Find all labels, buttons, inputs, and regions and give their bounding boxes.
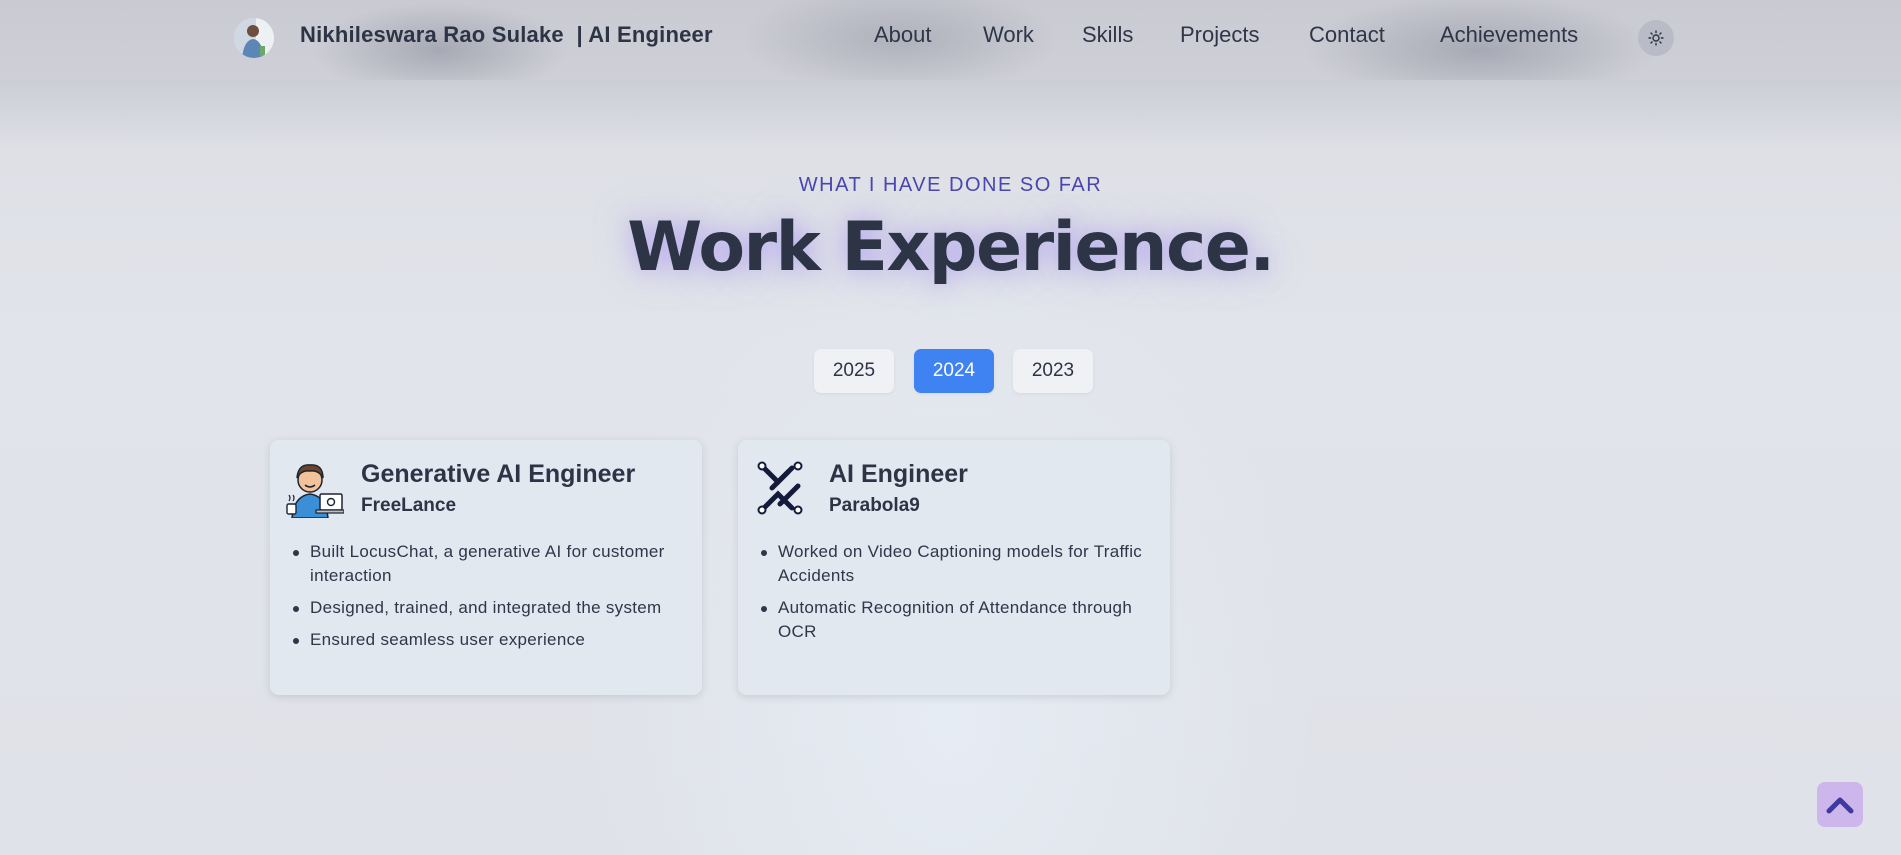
card-point: Automatic Recognition of Attendance thro… — [761, 596, 1148, 644]
tab-2024[interactable]: 2024 — [914, 349, 994, 393]
tab-2023[interactable]: 2023 — [1013, 349, 1093, 393]
sun-icon — [1648, 30, 1664, 46]
nav-work[interactable]: Work — [983, 22, 1034, 48]
card-company: Parabola9 — [829, 495, 920, 516]
experience-card: AI Engineer Parabola9 Worked on Video Ca… — [738, 440, 1170, 695]
section-title: Work Experience. — [627, 208, 1275, 287]
card-point: Built LocusChat, a generative AI for cus… — [293, 540, 680, 588]
nav-contact[interactable]: Contact — [1309, 22, 1385, 48]
card-point: Worked on Video Captioning models for Tr… — [761, 540, 1148, 588]
card-company: FreeLance — [361, 495, 457, 516]
parabola9-logo-icon — [754, 458, 812, 518]
nav-projects[interactable]: Projects — [1180, 22, 1259, 48]
card-points: Worked on Video Captioning models for Tr… — [761, 540, 1148, 652]
nav-achievements[interactable]: Achievements — [1440, 22, 1578, 48]
section-eyebrow: WHAT I HAVE DONE SO FAR — [798, 174, 1103, 196]
experience-card: Generative AI Engineer FreeLance Built L… — [270, 440, 702, 695]
card-point: Designed, trained, and integrated the sy… — [293, 596, 680, 620]
freelancer-icon — [286, 458, 345, 519]
card-points: Built LocusChat, a generative AI for cus… — [293, 540, 680, 660]
theme-toggle-button[interactable] — [1638, 20, 1674, 56]
avatar[interactable] — [234, 18, 274, 58]
nav-skills[interactable]: Skills — [1082, 22, 1133, 48]
card-point: Ensured seamless user experience — [293, 628, 680, 652]
navbar: Nikhileswara Rao Sulake | AI Engineer Ab… — [0, 0, 1901, 80]
tab-2025[interactable]: 2025 — [814, 349, 894, 393]
navbar-shadow — [0, 80, 1901, 150]
brand-title[interactable]: Nikhileswara Rao Sulake | AI Engineer — [300, 22, 713, 48]
scroll-to-top-button[interactable] — [1817, 782, 1863, 827]
nav-about[interactable]: About — [874, 22, 932, 48]
card-role: Generative AI Engineer — [361, 460, 636, 488]
card-role: AI Engineer — [829, 460, 968, 488]
chevron-up-icon — [1826, 797, 1854, 813]
